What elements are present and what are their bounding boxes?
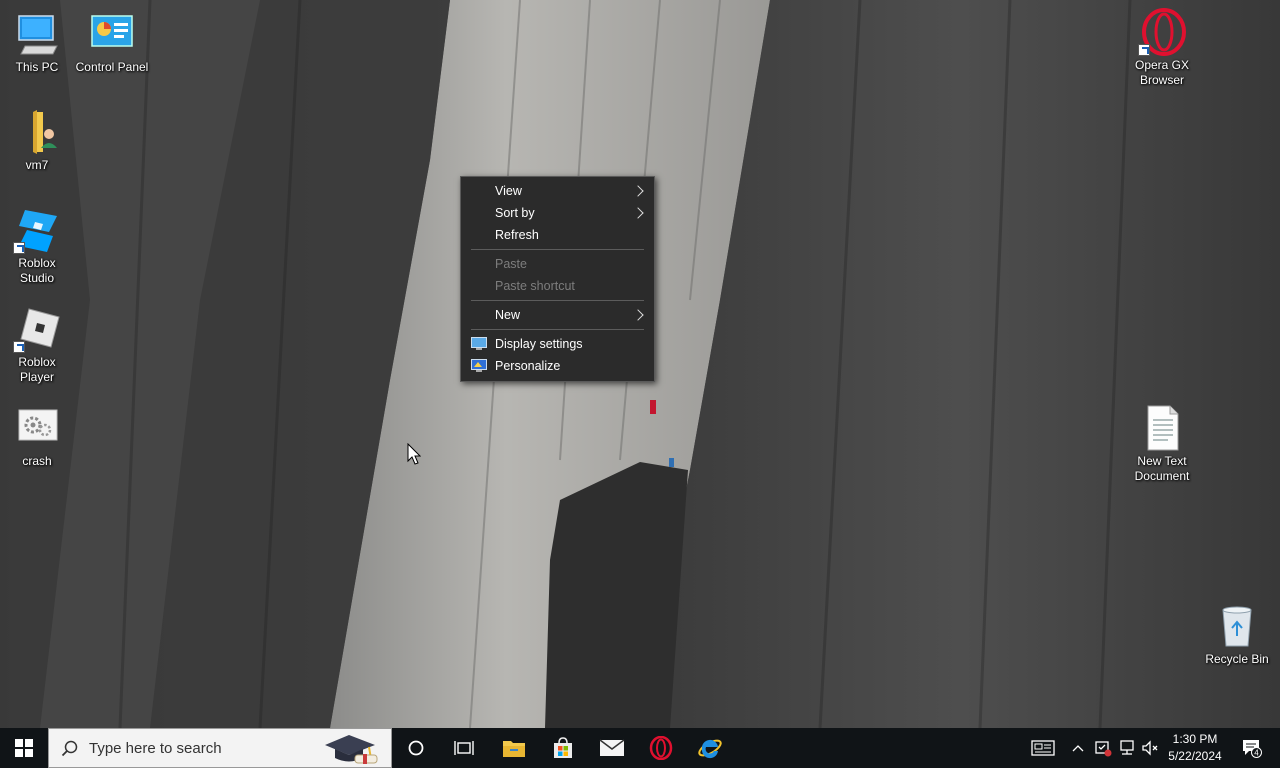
store-bag-icon xyxy=(554,737,572,758)
security-alert-icon xyxy=(1095,741,1112,757)
display-settings-icon xyxy=(471,337,487,350)
desktop-icon-vm7[interactable]: vm7 xyxy=(0,108,74,173)
action-center-button[interactable]: 4 xyxy=(1234,728,1270,768)
taskbar-file-explorer[interactable] xyxy=(494,728,534,768)
menu-item-label: Personalize xyxy=(495,359,561,373)
desktop-icon-label: New Text Document xyxy=(1134,454,1190,483)
task-view-icon xyxy=(454,741,474,755)
news-icon xyxy=(1031,740,1055,756)
taskbar-opera-gx[interactable] xyxy=(641,728,681,768)
opera-gx-icon xyxy=(1138,8,1186,56)
menu-item-sort-by[interactable]: Sort by xyxy=(461,202,654,224)
notification-count: 4 xyxy=(1254,749,1259,758)
desktop-icon-label: vm7 xyxy=(25,158,49,172)
menu-item-label: Paste shortcut xyxy=(495,279,575,293)
desktop-icon-recycle-bin[interactable]: Recycle Bin xyxy=(1199,602,1275,667)
cortana-button[interactable] xyxy=(397,728,435,768)
desktop-icon-crash[interactable]: crash xyxy=(0,404,74,469)
menu-item-paste-shortcut: Paste shortcut xyxy=(461,275,654,297)
menu-item-label: View xyxy=(495,184,522,198)
roblox-player-icon xyxy=(13,305,61,353)
task-view-button[interactable] xyxy=(445,728,483,768)
search-placeholder: Type here to search xyxy=(89,740,222,757)
taskbar: Type here to search 1:30 PM 5/22/2024 4 xyxy=(0,728,1280,768)
chevron-right-icon xyxy=(632,185,644,197)
taskbar-microsoft-store[interactable] xyxy=(543,728,583,768)
desktop-icon-label: Control Panel xyxy=(75,60,149,74)
shortcut-arrow-icon xyxy=(1138,44,1150,56)
menu-separator xyxy=(471,249,644,250)
search-icon xyxy=(61,740,78,757)
tray-security-button[interactable] xyxy=(1092,728,1114,768)
shortcut-arrow-icon xyxy=(13,242,25,254)
windows-logo-icon xyxy=(15,739,33,757)
desktop-icon-label: Recycle Bin xyxy=(1205,652,1269,666)
internet-explorer-icon xyxy=(698,739,722,759)
mouse-cursor-icon xyxy=(407,443,421,465)
graduation-cap-icon xyxy=(325,735,378,764)
desktop-icon-label: Opera GX Browser xyxy=(1134,58,1190,87)
desktop-icon-roblox-player[interactable]: Roblox Player xyxy=(0,305,74,385)
chevron-right-icon xyxy=(632,207,644,219)
chevron-right-icon xyxy=(632,309,644,321)
mail-envelope-icon xyxy=(599,739,625,756)
tray-volume-button[interactable] xyxy=(1139,728,1161,768)
news-widget-button[interactable] xyxy=(1028,728,1058,768)
clock-time: 1:30 PM xyxy=(1172,732,1218,746)
desktop-icon-label: Roblox Player xyxy=(18,355,56,384)
desktop-icon-label: This PC xyxy=(15,60,59,74)
shortcut-arrow-icon xyxy=(13,341,25,353)
menu-item-label: Display settings xyxy=(495,337,583,351)
monitor-icon xyxy=(13,10,61,58)
menu-item-display-settings[interactable]: Display settings xyxy=(461,333,654,355)
taskbar-clock[interactable]: 1:30 PM 5/22/2024 xyxy=(1160,731,1230,765)
roblox-studio-icon xyxy=(13,206,61,254)
text-document-icon xyxy=(1138,404,1186,452)
control-panel-icon xyxy=(88,10,136,58)
opera-gx-taskbar-icon xyxy=(649,736,673,760)
menu-item-paste: Paste xyxy=(461,253,654,275)
clock-date: 5/22/2024 xyxy=(1168,749,1222,763)
desktop-icon-label: Roblox Studio xyxy=(18,256,56,285)
menu-item-personalize[interactable]: Personalize xyxy=(461,355,654,377)
network-ethernet-icon xyxy=(1120,740,1134,755)
show-hidden-icons-button[interactable] xyxy=(1068,728,1088,768)
taskbar-search-box[interactable]: Type here to search xyxy=(48,728,392,768)
file-explorer-folder-icon xyxy=(503,741,525,757)
user-folder-icon xyxy=(13,108,61,156)
tray-network-button[interactable] xyxy=(1116,728,1138,768)
desktop-icon-new-text-document[interactable]: New Text Document xyxy=(1125,404,1199,484)
personalize-icon xyxy=(471,359,487,372)
taskbar-mail[interactable] xyxy=(592,728,632,768)
desktop-context-menu: View Sort by Refresh Paste Paste shortcu… xyxy=(460,176,655,382)
chevron-up-icon xyxy=(1072,745,1084,752)
settings-file-icon xyxy=(13,404,61,452)
taskbar-internet-explorer[interactable] xyxy=(690,728,730,768)
desktop-icon-roblox-studio[interactable]: Roblox Studio xyxy=(0,206,74,286)
desktop-icon-this-pc[interactable]: This PC xyxy=(0,10,74,75)
menu-item-view[interactable]: View xyxy=(461,180,654,202)
desktop-icon-control-panel[interactable]: Control Panel xyxy=(75,10,149,75)
menu-item-label: Sort by xyxy=(495,206,535,220)
volume-muted-icon xyxy=(1142,740,1158,756)
desktop-icon-label: crash xyxy=(22,454,52,468)
desktop-icon-opera-gx[interactable]: Opera GX Browser xyxy=(1125,8,1199,88)
cortana-circle-icon xyxy=(408,740,424,756)
notification-icon: 4 xyxy=(1243,740,1262,758)
menu-separator xyxy=(471,329,644,330)
menu-item-new[interactable]: New xyxy=(461,304,654,326)
start-button[interactable] xyxy=(0,728,48,768)
menu-item-label: Paste xyxy=(495,257,527,271)
menu-separator xyxy=(471,300,644,301)
recycle-bin-icon xyxy=(1213,602,1261,650)
menu-item-label: Refresh xyxy=(495,228,539,242)
menu-item-refresh[interactable]: Refresh xyxy=(461,224,654,246)
menu-item-label: New xyxy=(495,308,521,322)
